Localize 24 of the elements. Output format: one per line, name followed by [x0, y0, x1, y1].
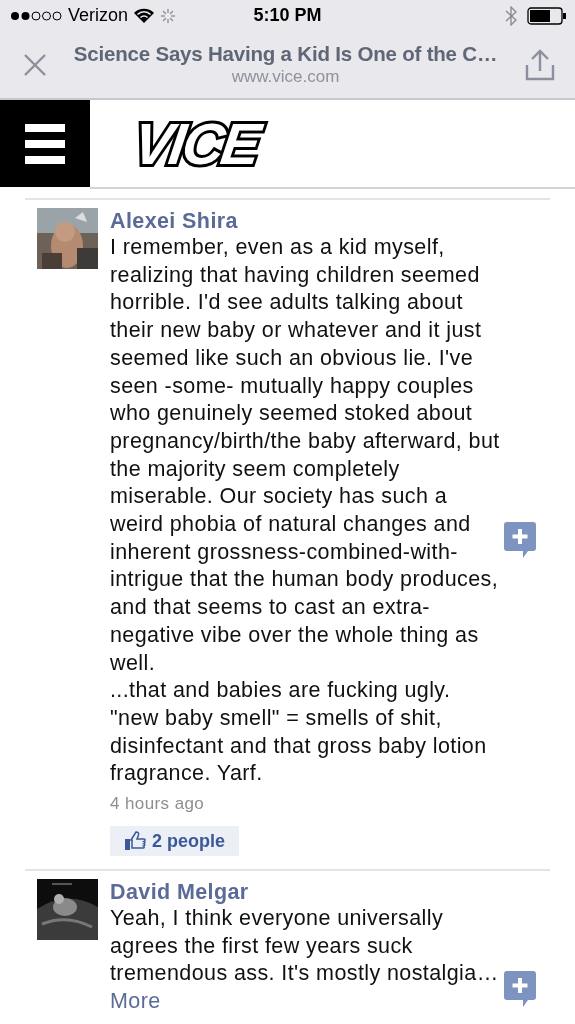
add-comment-icon[interactable]	[504, 970, 536, 1007]
bluetooth-icon	[505, 5, 517, 26]
author-name[interactable]: Alexei Shira	[110, 208, 502, 234]
more-link[interactable]: More	[110, 988, 502, 1016]
wifi-icon	[134, 8, 155, 23]
carrier-name: Verizon	[68, 5, 129, 26]
battery-icon	[527, 6, 567, 25]
author-name[interactable]: David Melgar	[110, 878, 502, 905]
page-title: Science Says Having a Kid Is One of the C…	[73, 42, 498, 66]
comment-text: ...that and babies are fucking ugly. "new baby smell" = smells of shit, disinfectant and that gross baby lotion fragrance. Yarf.	[110, 677, 488, 788]
likes-button[interactable]: 2 people	[110, 825, 240, 856]
menu-icon[interactable]	[25, 123, 65, 164]
signal-icon	[10, 10, 62, 21]
menu-button[interactable]	[0, 100, 90, 187]
site-logo[interactable]: VICE	[116, 106, 275, 181]
thumbs-up-icon	[124, 831, 146, 852]
comment-text: Yeah, I think everyone universally agrees the first few years suck tremendous ass. It's mostly nostalgia…	[110, 904, 500, 988]
clock-time: 5:10 PM	[253, 5, 322, 25]
add-comment-icon[interactable]	[504, 522, 536, 558]
loading-icon	[160, 7, 177, 24]
share-icon[interactable]	[525, 48, 555, 81]
comment-text: I remember, even as a kid myself, realizing that having children seemed horrible. I'd see adults talking about their new baby or whatever and it just seemed like such an obvious lie. I've seen -some- mutually happy couples who genuinely seemed stoked about pregnancy/birth/the baby afterward, but the majority seem completely miserable. Our society has such a weird phobia of natural changes and inherent grossness-combined-with-intrigue that the human body produces, and that seems to cast an extra-negative vibe over the whole thing as well.	[110, 234, 501, 677]
timestamp: 4 hours ago	[110, 793, 206, 816]
close-icon[interactable]	[24, 53, 46, 76]
